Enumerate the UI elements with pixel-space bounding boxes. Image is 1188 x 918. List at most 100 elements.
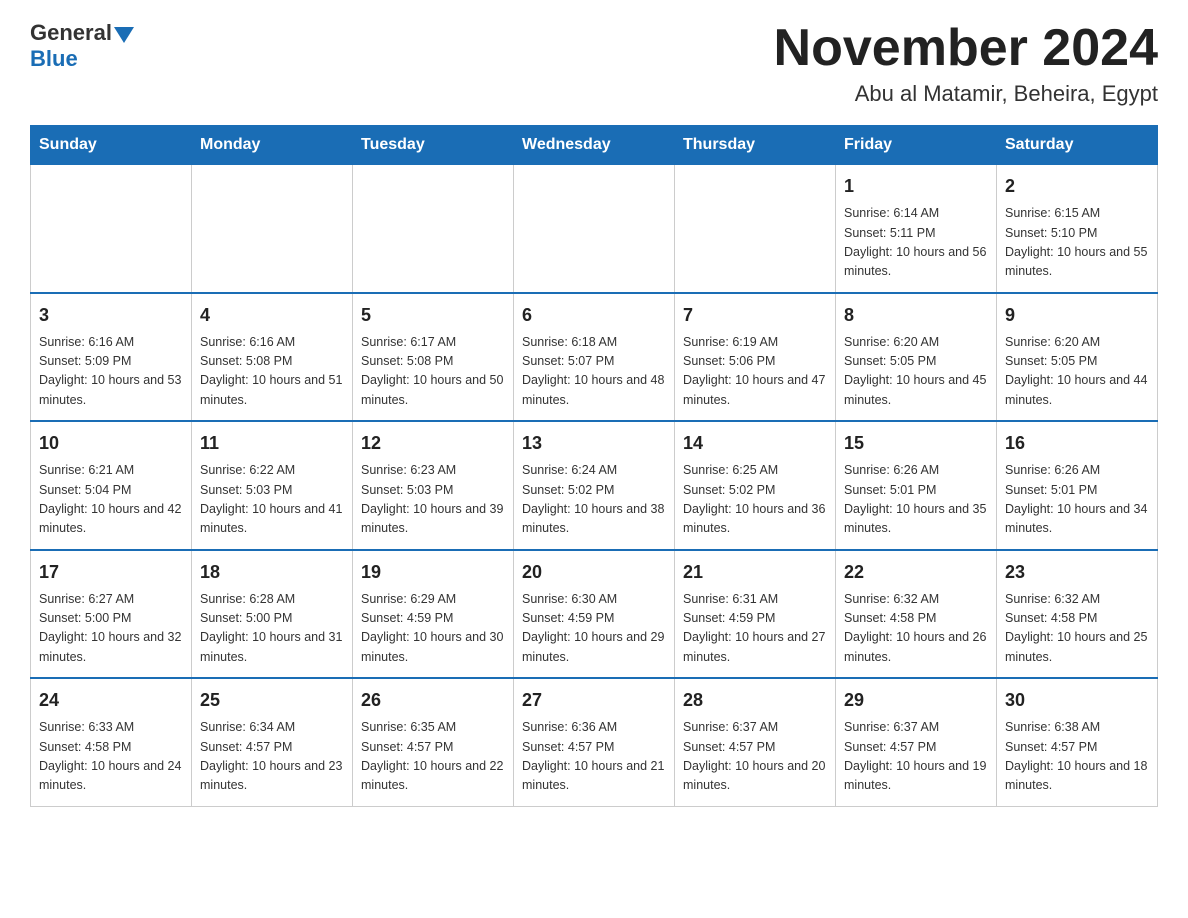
day-number: 26 — [361, 687, 505, 714]
calendar-cell: 2 Sunrise: 6:15 AM Sunset: 5:10 PM Daylig… — [997, 165, 1158, 293]
calendar-cell: 18 Sunrise: 6:28 AM Sunset: 5:00 PM Dayli… — [192, 550, 353, 679]
calendar-cell: 16 Sunrise: 6:26 AM Sunset: 5:01 PM Dayli… — [997, 421, 1158, 550]
day-number: 14 — [683, 430, 827, 457]
day-number: 4 — [200, 302, 344, 329]
day-info: Sunrise: 6:26 AM Sunset: 5:01 PM Dayligh… — [1005, 461, 1149, 539]
calendar-cell: 19 Sunrise: 6:29 AM Sunset: 4:59 PM Dayli… — [353, 550, 514, 679]
calendar-cell: 9 Sunrise: 6:20 AM Sunset: 5:05 PM Daylig… — [997, 293, 1158, 422]
calendar-week-row: 10Sunrise: 6:21 AM Sunset: 5:04 PM Dayli… — [31, 421, 1158, 550]
calendar-cell: 11 Sunrise: 6:22 AM Sunset: 5:03 PM Dayli… — [192, 421, 353, 550]
calendar-cell: 22 Sunrise: 6:32 AM Sunset: 4:58 PM Dayli… — [836, 550, 997, 679]
calendar-cell: 21Sunrise: 6:31 AM Sunset: 4:59 PM Dayli… — [675, 550, 836, 679]
calendar-cell: 7Sunrise: 6:19 AM Sunset: 5:06 PM Daylig… — [675, 293, 836, 422]
day-info: Sunrise: 6:38 AM Sunset: 4:57 PM Dayligh… — [1005, 718, 1149, 796]
day-number: 16 — [1005, 430, 1149, 457]
day-info: Sunrise: 6:36 AM Sunset: 4:57 PM Dayligh… — [522, 718, 666, 796]
day-number: 18 — [200, 559, 344, 586]
weekday-header-saturday: Saturday — [997, 126, 1158, 165]
calendar-cell: 24 Sunrise: 6:33 AM Sunset: 4:58 PM Dayli… — [31, 678, 192, 806]
day-number: 10 — [39, 430, 183, 457]
day-info: Sunrise: 6:20 AM Sunset: 5:05 PM Dayligh… — [1005, 333, 1149, 411]
day-number: 29 — [844, 687, 988, 714]
logo-text-blue: Blue — [30, 46, 78, 72]
day-info: Sunrise: 6:34 AM Sunset: 4:57 PM Dayligh… — [200, 718, 344, 796]
day-info: Sunrise: 6:17 AM Sunset: 5:08 PM Dayligh… — [361, 333, 505, 411]
day-info: Sunrise: 6:26 AM Sunset: 5:01 PM Dayligh… — [844, 461, 988, 539]
day-info: Sunrise: 6:32 AM Sunset: 4:58 PM Dayligh… — [1005, 590, 1149, 668]
calendar-cell — [31, 165, 192, 293]
calendar-cell: 13 Sunrise: 6:24 AM Sunset: 5:02 PM Dayli… — [514, 421, 675, 550]
day-number: 6 — [522, 302, 666, 329]
day-number: 22 — [844, 559, 988, 586]
day-info: Sunrise: 6:24 AM Sunset: 5:02 PM Dayligh… — [522, 461, 666, 539]
calendar-week-row: 1Sunrise: 6:14 AM Sunset: 5:11 PM Daylig… — [31, 165, 1158, 293]
calendar-cell: 28Sunrise: 6:37 AM Sunset: 4:57 PM Dayli… — [675, 678, 836, 806]
weekday-header-wednesday: Wednesday — [514, 126, 675, 165]
day-info: Sunrise: 6:15 AM Sunset: 5:10 PM Dayligh… — [1005, 204, 1149, 282]
day-number: 5 — [361, 302, 505, 329]
day-number: 9 — [1005, 302, 1149, 329]
day-info: Sunrise: 6:20 AM Sunset: 5:05 PM Dayligh… — [844, 333, 988, 411]
weekday-header-friday: Friday — [836, 126, 997, 165]
day-number: 15 — [844, 430, 988, 457]
logo-text-general: General — [30, 20, 112, 46]
calendar-cell — [353, 165, 514, 293]
day-number: 19 — [361, 559, 505, 586]
calendar-cell: 3Sunrise: 6:16 AM Sunset: 5:09 PM Daylig… — [31, 293, 192, 422]
day-number: 30 — [1005, 687, 1149, 714]
calendar-week-row: 3Sunrise: 6:16 AM Sunset: 5:09 PM Daylig… — [31, 293, 1158, 422]
calendar-cell: 14 Sunrise: 6:25 AM Sunset: 5:02 PM Dayli… — [675, 421, 836, 550]
day-number: 11 — [200, 430, 344, 457]
weekday-header-sunday: Sunday — [31, 126, 192, 165]
calendar-week-row: 17Sunrise: 6:27 AM Sunset: 5:00 PM Dayli… — [31, 550, 1158, 679]
calendar-week-row: 24 Sunrise: 6:33 AM Sunset: 4:58 PM Dayli… — [31, 678, 1158, 806]
calendar-cell: 15 Sunrise: 6:26 AM Sunset: 5:01 PM Dayli… — [836, 421, 997, 550]
calendar-cell: 26 Sunrise: 6:35 AM Sunset: 4:57 PM Dayli… — [353, 678, 514, 806]
day-info: Sunrise: 6:22 AM Sunset: 5:03 PM Dayligh… — [200, 461, 344, 539]
day-number: 3 — [39, 302, 183, 329]
calendar-cell — [675, 165, 836, 293]
day-info: Sunrise: 6:16 AM Sunset: 5:08 PM Dayligh… — [200, 333, 344, 411]
weekday-header-row: SundayMondayTuesdayWednesdayThursdayFrid… — [31, 126, 1158, 165]
weekday-header-tuesday: Tuesday — [353, 126, 514, 165]
day-info: Sunrise: 6:32 AM Sunset: 4:58 PM Dayligh… — [844, 590, 988, 668]
day-number: 8 — [844, 302, 988, 329]
calendar-cell: 5 Sunrise: 6:17 AM Sunset: 5:08 PM Daylig… — [353, 293, 514, 422]
day-number: 23 — [1005, 559, 1149, 586]
calendar-cell: 1Sunrise: 6:14 AM Sunset: 5:11 PM Daylig… — [836, 165, 997, 293]
day-info: Sunrise: 6:37 AM Sunset: 4:57 PM Dayligh… — [683, 718, 827, 796]
calendar-cell: 8 Sunrise: 6:20 AM Sunset: 5:05 PM Daylig… — [836, 293, 997, 422]
weekday-header-monday: Monday — [192, 126, 353, 165]
day-info: Sunrise: 6:37 AM Sunset: 4:57 PM Dayligh… — [844, 718, 988, 796]
calendar-cell: 12Sunrise: 6:23 AM Sunset: 5:03 PM Dayli… — [353, 421, 514, 550]
calendar-cell — [514, 165, 675, 293]
calendar-table: SundayMondayTuesdayWednesdayThursdayFrid… — [30, 125, 1158, 807]
page-header: General Blue November 2024 Abu al Matami… — [30, 20, 1158, 107]
calendar-cell: 10Sunrise: 6:21 AM Sunset: 5:04 PM Dayli… — [31, 421, 192, 550]
day-info: Sunrise: 6:28 AM Sunset: 5:00 PM Dayligh… — [200, 590, 344, 668]
day-info: Sunrise: 6:30 AM Sunset: 4:59 PM Dayligh… — [522, 590, 666, 668]
calendar-cell: 30 Sunrise: 6:38 AM Sunset: 4:57 PM Dayli… — [997, 678, 1158, 806]
day-number: 2 — [1005, 173, 1149, 200]
day-info: Sunrise: 6:33 AM Sunset: 4:58 PM Dayligh… — [39, 718, 183, 796]
calendar-cell: 29 Sunrise: 6:37 AM Sunset: 4:57 PM Dayli… — [836, 678, 997, 806]
day-info: Sunrise: 6:31 AM Sunset: 4:59 PM Dayligh… — [683, 590, 827, 668]
day-number: 13 — [522, 430, 666, 457]
title-block: November 2024 Abu al Matamir, Beheira, E… — [774, 20, 1158, 107]
day-number: 24 — [39, 687, 183, 714]
day-info: Sunrise: 6:19 AM Sunset: 5:06 PM Dayligh… — [683, 333, 827, 411]
day-info: Sunrise: 6:18 AM Sunset: 5:07 PM Dayligh… — [522, 333, 666, 411]
day-number: 12 — [361, 430, 505, 457]
day-number: 27 — [522, 687, 666, 714]
day-info: Sunrise: 6:25 AM Sunset: 5:02 PM Dayligh… — [683, 461, 827, 539]
calendar-cell: 27 Sunrise: 6:36 AM Sunset: 4:57 PM Dayli… — [514, 678, 675, 806]
location: Abu al Matamir, Beheira, Egypt — [774, 81, 1158, 107]
day-info: Sunrise: 6:35 AM Sunset: 4:57 PM Dayligh… — [361, 718, 505, 796]
day-info: Sunrise: 6:27 AM Sunset: 5:00 PM Dayligh… — [39, 590, 183, 668]
calendar-cell: 4 Sunrise: 6:16 AM Sunset: 5:08 PM Daylig… — [192, 293, 353, 422]
calendar-cell — [192, 165, 353, 293]
month-title: November 2024 — [774, 20, 1158, 77]
day-number: 1 — [844, 173, 988, 200]
calendar-cell: 25Sunrise: 6:34 AM Sunset: 4:57 PM Dayli… — [192, 678, 353, 806]
day-info: Sunrise: 6:29 AM Sunset: 4:59 PM Dayligh… — [361, 590, 505, 668]
